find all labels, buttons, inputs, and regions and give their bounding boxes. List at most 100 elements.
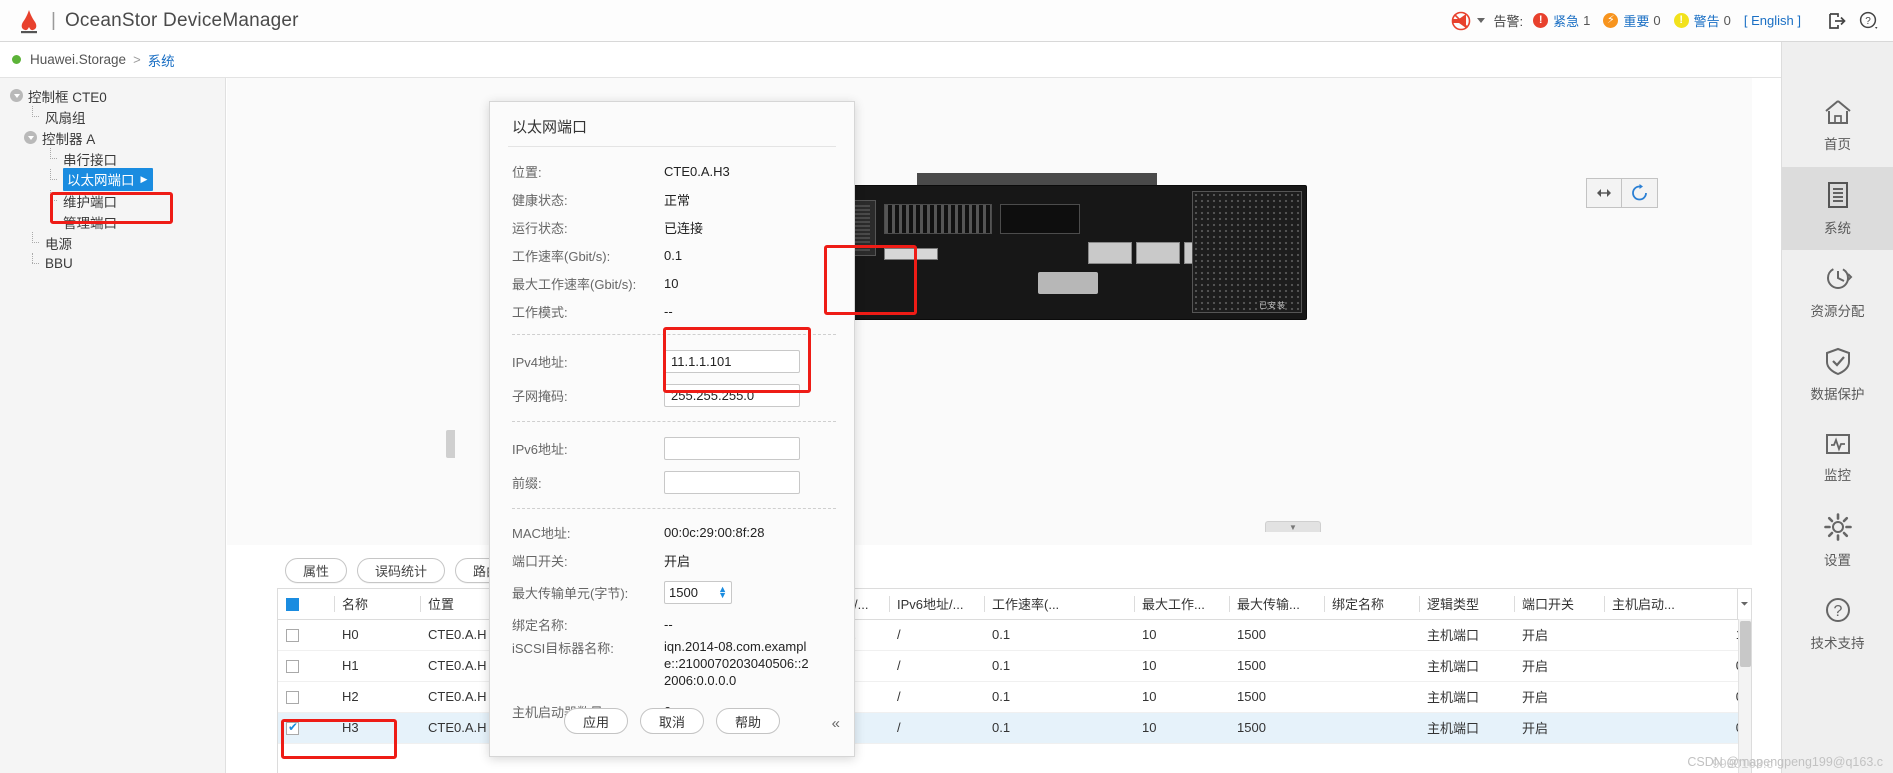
cancel-button[interactable]: 取消 <box>640 708 704 734</box>
tree-label: 管理端口 <box>63 215 117 231</box>
col-mtu[interactable]: 最大传输... <box>1229 589 1324 620</box>
flip-icon[interactable] <box>1586 178 1622 208</box>
help-button[interactable]: 帮助 <box>716 708 780 734</box>
app-root: | OceanStor DeviceManager 告警: ! 紧急 1 ⚡ 重… <box>0 0 1893 773</box>
tree-connector <box>27 106 40 123</box>
breadcrumb-current[interactable]: 系统 <box>148 50 175 70</box>
cell-switch: 开启 <box>1514 619 1604 651</box>
cell-mtu: 1500 <box>1229 650 1324 682</box>
language-switch[interactable]: [ English ] <box>1744 13 1801 28</box>
tree-node-fan[interactable]: 风扇组 <box>0 106 225 127</box>
alarm-critical[interactable]: ! 紧急 1 <box>1533 11 1590 30</box>
select-all-checkbox[interactable] <box>286 598 299 612</box>
row-checkbox[interactable] <box>286 660 299 674</box>
nav-data-protection[interactable]: 数据保护 <box>1782 333 1893 416</box>
row-checkbox[interactable] <box>286 691 299 705</box>
tree-node-management-port[interactable]: 管理端口 <box>0 211 225 232</box>
nav-system[interactable]: 系统 <box>1782 167 1893 250</box>
nav-settings[interactable]: 设置 <box>1782 499 1893 582</box>
nav-label: 数据保护 <box>1810 387 1865 402</box>
cell-logic: 主机端口 <box>1419 619 1514 651</box>
tree-node-bbu[interactable]: BBU <box>0 253 225 274</box>
row-checkbox-cell[interactable] <box>278 650 334 682</box>
alarm-major-label: 重要 <box>1623 14 1650 29</box>
alarm-dropdown-caret-icon[interactable] <box>1476 18 1485 23</box>
apply-button[interactable]: 应用 <box>564 708 628 734</box>
tab-properties[interactable]: 属性 <box>285 558 348 583</box>
stepper-arrows-icon[interactable]: ▲ ▼ <box>718 585 727 600</box>
table-vertical-scrollbar[interactable] <box>1738 619 1751 773</box>
tree-node-serial-port[interactable]: 串行接口 <box>0 148 225 169</box>
nav-allocation[interactable]: 资源分配 <box>1782 250 1893 333</box>
tree-label: 以太网端口 <box>67 173 135 188</box>
tree-node-controller-a[interactable]: 控制器 A <box>0 127 225 148</box>
rotate-icon[interactable] <box>1622 178 1658 208</box>
col-bind-name[interactable]: 绑定名称 <box>1324 589 1419 620</box>
tree-node-maintenance-port[interactable]: 维护端口 <box>0 190 225 211</box>
help-icon[interactable]: ? <box>1857 9 1881 33</box>
nav-home[interactable]: 首页 <box>1782 84 1893 167</box>
field-value: 正常 <box>664 192 691 208</box>
ipv4-address-input[interactable] <box>664 349 800 373</box>
nav-support[interactable]: ? 技术支持 <box>1782 582 1893 665</box>
field-label: 子网掩码: <box>512 388 568 404</box>
cell-bind <box>1324 650 1419 682</box>
nav-label: 系统 <box>1824 221 1851 236</box>
breadcrumb-root[interactable]: Huawei.Storage <box>30 52 126 67</box>
col-initiators[interactable]: 主机启动... <box>1604 589 1751 620</box>
col-maxspeed[interactable]: 最大工作... <box>1134 589 1229 620</box>
cell-mtu: 1500 <box>1229 619 1324 651</box>
major-alarm-icon: ⚡ <box>1603 13 1619 28</box>
dialog-collapse-button[interactable]: « <box>832 715 840 732</box>
row-checkbox-cell[interactable] <box>278 681 334 713</box>
tab-error-statistics[interactable]: 误码统计 <box>357 558 446 583</box>
row-checkbox-cell[interactable] <box>278 619 334 651</box>
panel-collapse-handle[interactable] <box>446 430 455 458</box>
svg-text:?: ? <box>1833 603 1842 620</box>
select-all-header[interactable] <box>278 589 334 620</box>
cell-ipv6: / <box>889 619 984 651</box>
device-chassis-image[interactable]: 已安装 <box>787 173 1307 320</box>
connection-status-dot <box>12 55 21 64</box>
mtu-stepper[interactable]: 1500 ▲ ▼ <box>664 580 732 604</box>
cell-speed: 0.1 <box>984 650 1134 682</box>
nav-monitor[interactable]: 监控 <box>1782 416 1893 499</box>
cell-name: H1 <box>334 650 420 682</box>
nav-label: 资源分配 <box>1810 304 1865 319</box>
tree-selected-item[interactable]: 以太网端口 ▶ <box>63 168 154 191</box>
expand-toggle-icon[interactable] <box>24 131 37 144</box>
tree-node-ethernet-port[interactable]: 以太网端口 ▶ <box>0 168 225 191</box>
alarm-warning[interactable]: ! 警告 0 <box>1673 11 1731 30</box>
col-port-switch[interactable]: 端口开关 <box>1514 589 1604 620</box>
question-circle-icon: ? <box>1823 595 1853 625</box>
cell-logic: 主机端口 <box>1419 681 1514 713</box>
tree-node-cte0[interactable]: 控制框 CTE0 <box>0 85 225 106</box>
canvas-resize-handle[interactable]: ▼ <box>1265 521 1321 532</box>
scrollbar-thumb[interactable] <box>1740 621 1751 667</box>
prefix-input[interactable] <box>664 470 800 494</box>
col-name[interactable]: 名称 <box>334 589 420 620</box>
cell-logic: 主机端口 <box>1419 712 1514 744</box>
subnet-mask-input[interactable] <box>664 383 800 407</box>
watermark: CSDN @mapengpeng199@q163.c <box>1687 755 1883 769</box>
row-checkbox-cell[interactable] <box>278 712 334 744</box>
top-header: | OceanStor DeviceManager 告警: ! 紧急 1 ⚡ 重… <box>0 0 1893 42</box>
tree-label: 维护端口 <box>63 194 117 210</box>
logout-icon[interactable] <box>1825 9 1849 33</box>
alarm-major[interactable]: ⚡ 重要 0 <box>1603 11 1661 30</box>
col-speed[interactable]: 工作速率(... <box>984 589 1134 620</box>
col-logic-type[interactable]: 逻辑类型 <box>1419 589 1514 620</box>
expand-toggle-icon[interactable] <box>10 89 23 102</box>
monitor-icon <box>1823 431 1853 457</box>
column-chooser-icon[interactable]: ⏷ <box>1737 589 1751 619</box>
row-checkbox[interactable] <box>286 720 299 736</box>
shield-check-icon <box>1824 346 1852 376</box>
ipv6-address-input[interactable] <box>664 436 800 460</box>
status-bar-module <box>884 248 938 260</box>
brand: | OceanStor DeviceManager <box>0 8 299 34</box>
col-ipv6[interactable]: IPv6地址/... <box>889 589 984 620</box>
row-checkbox[interactable] <box>286 629 299 643</box>
field-bind-name: 绑定名称: -- <box>490 610 854 638</box>
tree-node-power[interactable]: 电源 <box>0 232 225 253</box>
megaphone-icon[interactable] <box>1450 10 1472 32</box>
